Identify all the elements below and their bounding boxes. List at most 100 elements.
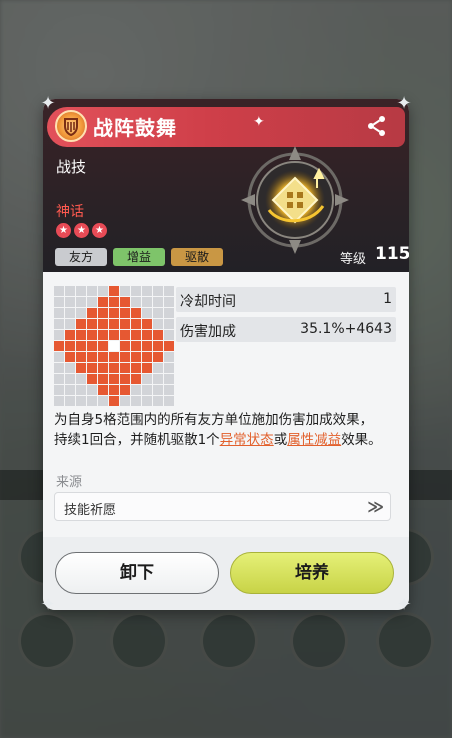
range-cell — [76, 385, 86, 395]
range-cell — [164, 396, 174, 406]
stat-row-damage-bonus: 伤害加成 35.1%+4643 — [176, 317, 396, 342]
range-cell-active — [142, 330, 152, 340]
range-cell — [153, 374, 163, 384]
unequip-button[interactable]: 卸下 — [55, 552, 219, 594]
stat-label: 冷却时间 — [180, 294, 236, 310]
range-cell — [54, 286, 64, 296]
range-cell-active — [131, 374, 141, 384]
range-cell-active — [131, 308, 141, 318]
skill-title: 战阵鼓舞 — [93, 116, 177, 140]
range-cell-active — [109, 286, 119, 296]
range-cell-active — [120, 363, 130, 373]
range-cell-active — [98, 319, 108, 329]
double-chevron-right-icon: ≫ — [367, 497, 384, 516]
keyword-attribute-debuff[interactable]: 属性减益 — [287, 432, 341, 448]
range-cell-active — [142, 319, 152, 329]
range-cell — [54, 319, 64, 329]
range-cell — [87, 286, 97, 296]
range-cell — [153, 319, 163, 329]
range-cell — [65, 374, 75, 384]
range-cell-active — [87, 341, 97, 351]
range-cell-active — [87, 374, 97, 384]
corner-ornament-icon: ✦ — [40, 594, 56, 615]
description-text: 持续1回合，并随机驱散1个 — [54, 432, 220, 448]
range-cell — [142, 396, 152, 406]
range-cell-active — [109, 330, 119, 340]
tag-buff: 增益 — [113, 248, 165, 266]
range-cell — [120, 286, 130, 296]
stat-row-cooldown: 冷却时间 1 — [176, 287, 396, 312]
range-cell-active — [98, 385, 108, 395]
range-cell — [54, 330, 64, 340]
range-cell — [142, 308, 152, 318]
star-rating: ★ ★ ★ — [56, 223, 107, 238]
stat-value: 35.1%+4643 — [300, 321, 392, 337]
range-cell-active — [98, 363, 108, 373]
range-cell — [153, 363, 163, 373]
sparkle-icon: ✦ — [253, 114, 265, 130]
range-cell — [54, 308, 64, 318]
range-cell-active — [109, 319, 119, 329]
source-link[interactable]: 技能祈愿 ≫ — [54, 492, 391, 521]
range-cell-active — [109, 363, 119, 373]
range-cell — [87, 396, 97, 406]
range-cell — [153, 297, 163, 307]
range-cell — [65, 297, 75, 307]
range-cell-active — [109, 308, 119, 318]
star-icon: ★ — [56, 223, 71, 238]
range-cell — [65, 319, 75, 329]
range-cell — [54, 352, 64, 362]
range-cell-active — [109, 352, 119, 362]
level-label: 等级 — [340, 252, 367, 267]
range-cell — [65, 286, 75, 296]
range-cell-active — [65, 330, 75, 340]
tag-ally: 友方 — [55, 248, 107, 266]
description-line: 持续1回合，并随机驱散1个异常状态或属性减益效果。 — [54, 430, 399, 450]
range-cell — [87, 385, 97, 395]
range-cell — [131, 396, 141, 406]
range-cell-active — [109, 374, 119, 384]
range-cell-active — [98, 308, 108, 318]
range-grid — [54, 286, 174, 406]
range-cell — [54, 374, 64, 384]
range-cell — [65, 308, 75, 318]
range-cell — [131, 297, 141, 307]
range-cell-active — [87, 363, 97, 373]
range-cell — [76, 374, 86, 384]
range-cell — [76, 297, 86, 307]
modal-footer: 卸下 培养 — [43, 537, 409, 610]
boost-compass-icon — [241, 146, 349, 254]
range-cell-active — [120, 352, 130, 362]
range-cell — [142, 385, 152, 395]
range-cell-active — [76, 352, 86, 362]
range-cell — [164, 363, 174, 373]
range-cell-active — [98, 330, 108, 340]
range-cell-active — [120, 330, 130, 340]
range-cell — [153, 286, 163, 296]
cultivate-button[interactable]: 培养 — [230, 552, 394, 594]
range-cell-active — [87, 330, 97, 340]
range-cell-active — [65, 352, 75, 362]
range-cell-active — [109, 297, 119, 307]
corner-ornament-icon: ✦ — [396, 93, 412, 114]
range-cell-active — [76, 330, 86, 340]
range-cell — [54, 385, 64, 395]
range-cell-active — [131, 330, 141, 340]
range-cell-active — [87, 308, 97, 318]
range-cell — [76, 286, 86, 296]
star-icon: ★ — [74, 223, 89, 238]
keyword-abnormal-status[interactable]: 异常状态 — [220, 432, 274, 448]
range-cell-active — [131, 319, 141, 329]
range-cell-active — [120, 308, 130, 318]
range-cell-active — [54, 341, 64, 351]
range-cell — [65, 363, 75, 373]
range-cell-active — [120, 374, 130, 384]
share-icon[interactable] — [365, 114, 389, 138]
range-cell-active — [153, 341, 163, 351]
description-line: 为自身5格范围内的所有友方单位施加伤害加成效果， — [54, 412, 374, 428]
range-cell — [120, 396, 130, 406]
range-cell — [54, 396, 64, 406]
range-cell-active — [120, 385, 130, 395]
range-cell-active — [76, 341, 86, 351]
range-cell-active — [109, 396, 119, 406]
